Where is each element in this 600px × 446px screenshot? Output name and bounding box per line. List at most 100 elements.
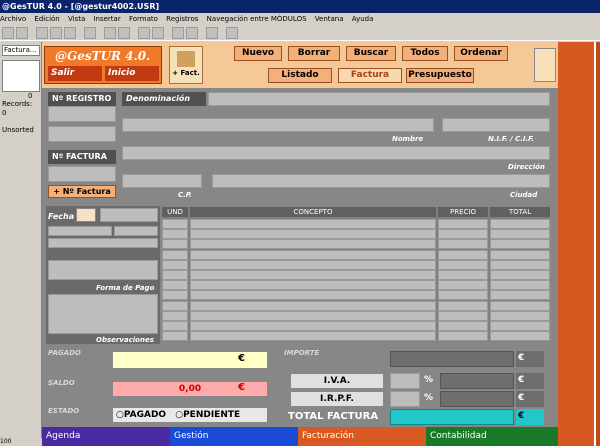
paste-icon[interactable] <box>64 27 76 39</box>
irpf-percent-field[interactable] <box>390 391 420 407</box>
exit-button[interactable]: Salir <box>48 66 102 81</box>
filter-icon[interactable] <box>138 27 150 39</box>
grid-cell[interactable] <box>438 219 488 229</box>
add-factura-button[interactable]: + Nº Factura <box>48 185 116 198</box>
denominacion-field[interactable] <box>208 92 550 106</box>
grid-cell[interactable] <box>438 270 488 280</box>
grid-cell[interactable] <box>490 331 550 342</box>
grid-cell[interactable] <box>438 321 488 331</box>
new-invoice-button[interactable]: + Fact. <box>169 46 203 84</box>
cut-icon[interactable] <box>36 27 48 39</box>
ciudad-field[interactable] <box>212 174 550 188</box>
grid-cell[interactable] <box>162 321 188 331</box>
fecha-field[interactable] <box>100 208 158 222</box>
grid-cell[interactable] <box>162 229 188 240</box>
grid-cell[interactable] <box>190 239 436 250</box>
grid-cell[interactable] <box>190 300 436 311</box>
grid-cell[interactable] <box>190 249 436 260</box>
grid-cell[interactable] <box>190 270 436 280</box>
menu-edicion[interactable]: Edición <box>34 15 59 23</box>
grid-cell[interactable] <box>162 290 188 301</box>
calendar-icon[interactable] <box>76 208 96 222</box>
tab-listado[interactable]: Listado <box>268 68 332 83</box>
grid-cell[interactable] <box>162 310 188 321</box>
todos-button[interactable]: Todos <box>402 46 448 61</box>
grid-cell[interactable] <box>162 300 188 311</box>
grid-cell[interactable] <box>490 219 550 229</box>
grid-cell[interactable] <box>190 219 436 229</box>
menu-ayuda[interactable]: Ayuda <box>352 15 374 23</box>
menu-navegacion[interactable]: Navegación entre MÓDULOS <box>207 15 307 23</box>
grid-cell[interactable] <box>438 280 488 291</box>
grid-cell[interactable] <box>162 331 188 342</box>
grid-cell[interactable] <box>190 310 436 321</box>
tab-factura[interactable]: Factura <box>338 68 402 83</box>
grid-cell[interactable] <box>162 280 188 291</box>
buscar-button[interactable]: Buscar <box>346 46 396 61</box>
borrar-button[interactable]: Borrar <box>288 46 340 61</box>
menu-formato[interactable]: Formato <box>129 15 158 23</box>
menu-archivo[interactable]: Archivo <box>0 15 26 23</box>
print-icon[interactable] <box>2 27 14 39</box>
undo-icon[interactable] <box>84 27 96 39</box>
grid-cell[interactable] <box>490 249 550 260</box>
book-icon[interactable] <box>2 60 40 92</box>
grid-cell[interactable] <box>438 259 488 270</box>
grid-cell[interactable] <box>490 300 550 311</box>
menu-registros[interactable]: Registros <box>166 15 198 23</box>
factura-field[interactable] <box>48 166 116 182</box>
grid-cell[interactable] <box>438 300 488 311</box>
nif-field[interactable] <box>442 118 550 132</box>
home-button[interactable]: Inicio <box>105 66 159 81</box>
grid-cell[interactable] <box>162 239 188 250</box>
grid-cell[interactable] <box>490 259 550 270</box>
grid-cell[interactable] <box>490 229 550 240</box>
fecha-sub-3[interactable] <box>48 238 158 248</box>
nombre-field[interactable] <box>122 118 434 132</box>
print-preview-icon[interactable] <box>16 27 28 39</box>
grid-cell[interactable] <box>490 321 550 331</box>
cp-field[interactable] <box>122 174 202 188</box>
grid-cell[interactable] <box>162 270 188 280</box>
ordenar-button[interactable]: Ordenar <box>454 46 508 61</box>
find-icon[interactable] <box>152 27 164 39</box>
sort-desc-icon[interactable] <box>118 27 130 39</box>
fecha-sub-1[interactable] <box>48 226 112 236</box>
grid-cell[interactable] <box>438 310 488 321</box>
grid-cell[interactable] <box>190 321 436 331</box>
menu-insertar[interactable]: Insertar <box>93 15 120 23</box>
forma-pago-field[interactable] <box>48 260 158 280</box>
observaciones-field[interactable] <box>48 294 158 334</box>
grid-cell[interactable] <box>162 259 188 270</box>
grid-cell[interactable] <box>438 290 488 301</box>
menu-vista[interactable]: Vista <box>68 15 85 23</box>
grid-cell[interactable] <box>190 229 436 240</box>
grid-cell[interactable] <box>490 280 550 291</box>
grid-cell[interactable] <box>490 239 550 250</box>
module-gestion[interactable]: Gestión <box>170 427 298 446</box>
grid-cell[interactable] <box>162 249 188 260</box>
grid-cell[interactable] <box>490 310 550 321</box>
grid-cell[interactable] <box>162 219 188 229</box>
copy-icon[interactable] <box>50 27 62 39</box>
delete-record-icon[interactable] <box>186 27 198 39</box>
grid-cell[interactable] <box>190 259 436 270</box>
registro-field[interactable] <box>48 106 116 122</box>
grid-cell[interactable] <box>438 239 488 250</box>
grid-cell[interactable] <box>438 249 488 260</box>
menu-ventana[interactable]: Ventana <box>315 15 344 23</box>
module-contabilidad[interactable]: Contabilidad <box>426 427 558 446</box>
grid-cell[interactable] <box>490 270 550 280</box>
grid-cell[interactable] <box>438 229 488 240</box>
direccion-field[interactable] <box>122 146 550 160</box>
module-facturacion[interactable]: Facturación <box>298 427 426 446</box>
database-icon[interactable] <box>206 27 218 39</box>
user-icon[interactable] <box>534 48 556 82</box>
sort-asc-icon[interactable] <box>104 27 116 39</box>
layout-dropdown[interactable]: Factura... <box>2 45 40 56</box>
grid-cell[interactable] <box>190 331 436 342</box>
iva-percent-field[interactable] <box>390 373 420 389</box>
new-record-icon[interactable] <box>172 27 184 39</box>
radio-pagado[interactable]: ○PAGADO <box>116 410 166 420</box>
grid-cell[interactable] <box>438 331 488 342</box>
